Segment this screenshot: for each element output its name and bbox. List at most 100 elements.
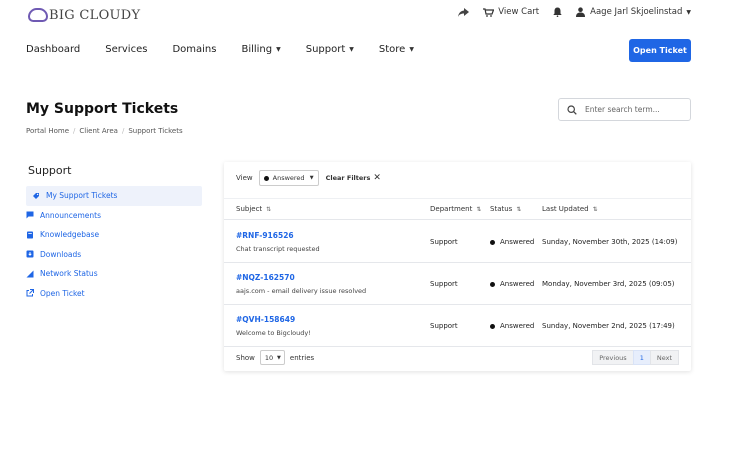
clear-filters-button[interactable]: Clear Filters ✕	[326, 173, 381, 183]
column-subject-label: Subject	[236, 205, 263, 213]
status-dot-icon	[490, 323, 495, 329]
ticket-last-updated: Sunday, November 2nd, 2025 (17:49)	[542, 322, 675, 330]
external-link-icon	[26, 289, 34, 297]
search-input[interactable]: Enter search term...	[558, 98, 691, 121]
ticket-department: Support	[430, 238, 458, 246]
column-status[interactable]: Status ⇅	[490, 205, 521, 213]
tickets-card: View Answered ▼ Clear Filters ✕ Subject ⇅…	[224, 162, 691, 371]
nav-support[interactable]: Support ▼	[306, 44, 354, 55]
status-filter-value: Answered	[272, 174, 305, 182]
nav-domains-label: Domains	[172, 44, 217, 55]
entries-per-page-value: 10	[264, 353, 274, 362]
breadcrumb: Portal Home / Client Area / Support Tick…	[26, 127, 183, 135]
sidebar-item-open-ticket[interactable]: Open Ticket	[26, 284, 202, 304]
open-ticket-button[interactable]: Open Ticket	[629, 39, 691, 62]
bell-icon	[553, 7, 562, 17]
main-nav: Dashboard Services Domains Billing ▼ Supp…	[26, 44, 439, 55]
cart-icon	[483, 7, 495, 17]
chevron-down-icon: ▼	[277, 354, 281, 361]
nav-services[interactable]: Services	[105, 44, 147, 55]
nav-billing[interactable]: Billing ▼	[241, 44, 280, 55]
breadcrumb-portal-home[interactable]: Portal Home	[26, 127, 69, 135]
download-icon	[26, 250, 34, 258]
view-cart-label: View Cart	[498, 7, 540, 17]
ticket-status: Answered	[490, 280, 534, 288]
status-dot-icon	[490, 239, 495, 245]
share-button[interactable]	[458, 7, 470, 17]
user-icon	[576, 7, 586, 17]
chevron-down-icon: ▼	[409, 46, 414, 53]
ticket-status-label: Answered	[500, 280, 535, 288]
nav-dashboard[interactable]: Dashboard	[26, 44, 80, 55]
sidebar-item-downloads[interactable]: Downloads	[26, 245, 202, 265]
status-filter-select[interactable]: Answered ▼	[258, 170, 319, 186]
sort-icon: ⇅	[266, 205, 272, 213]
chevron-down-icon: ▼	[276, 46, 281, 53]
sidebar-item-network-status[interactable]: Network Status	[26, 264, 202, 284]
view-cart-link[interactable]: View Cart	[483, 7, 539, 17]
entries-label: entries	[289, 353, 315, 362]
search-placeholder: Enter search term...	[585, 105, 660, 114]
column-last-updated[interactable]: Last Updated ⇅	[542, 205, 598, 213]
column-department-label: Department	[430, 205, 473, 213]
nav-store[interactable]: Store ▼	[379, 44, 414, 55]
table-row[interactable]: #QVH-158649 Welcome to Bigcloudy! Suppor…	[224, 305, 691, 347]
column-subject[interactable]: Subject ⇅	[236, 205, 271, 213]
chevron-down-icon: ▼	[686, 8, 691, 16]
ticket-subject: Welcome to Bigcloudy!	[236, 329, 311, 337]
user-name: Aage Jarl Skjoelinstad	[590, 7, 683, 17]
ticket-status-label: Answered	[500, 238, 535, 246]
search-icon	[567, 104, 577, 115]
breadcrumb-client-area[interactable]: Client Area	[79, 127, 118, 135]
ticket-department: Support	[430, 322, 458, 330]
nav-billing-label: Billing	[241, 44, 273, 55]
ticket-status: Answered	[490, 238, 534, 246]
entries-per-page-select[interactable]: 10 ▼	[259, 350, 285, 365]
ticket-id-link[interactable]: #RNF-916526	[236, 231, 320, 240]
nav-domains[interactable]: Domains	[172, 44, 216, 55]
sidebar-item-announcements[interactable]: Announcements	[26, 206, 202, 226]
sidebar-title: Support	[28, 164, 72, 177]
nav-support-label: Support	[305, 44, 346, 55]
user-menu[interactable]: Aage Jarl Skjoelinstad ▼	[576, 7, 691, 17]
pagination-previous-button[interactable]: Previous	[592, 350, 634, 365]
sidebar-item-label: My Support Tickets	[46, 191, 118, 201]
notifications-button[interactable]	[553, 7, 562, 17]
pagination-next-button[interactable]: Next	[649, 350, 679, 365]
column-last-updated-label: Last Updated	[542, 205, 589, 213]
chat-icon	[26, 211, 34, 219]
top-header: BIG CLOUDY View Cart Aage Jarl Skjoelins…	[0, 0, 753, 71]
sort-icon: ⇅	[592, 205, 598, 213]
sidebar-item-my-support-tickets[interactable]: My Support Tickets	[26, 186, 202, 206]
filter-row: View Answered ▼ Clear Filters ✕	[236, 170, 381, 186]
ticket-id-link[interactable]: #NQZ-162570	[236, 273, 366, 282]
ticket-subject: aajs.com - email delivery issue resolved	[236, 287, 367, 295]
chevron-down-icon: ▼	[309, 175, 314, 181]
breadcrumb-separator: /	[73, 127, 76, 135]
ticket-id-link[interactable]: #QVH-158649	[236, 315, 311, 324]
breadcrumb-separator: /	[121, 127, 125, 135]
ticket-status-label: Answered	[500, 322, 535, 330]
ticket-icon	[32, 192, 40, 200]
brand-logo[interactable]: BIG CLOUDY	[28, 6, 140, 24]
book-icon	[26, 231, 34, 239]
sidebar-item-label: Announcements	[40, 210, 101, 220]
ticket-last-updated: Sunday, November 30th, 2025 (14:09)	[542, 238, 678, 246]
sidebar: My Support Tickets Announcements Knowled…	[26, 186, 202, 303]
ticket-status: Answered	[490, 322, 534, 330]
sidebar-item-label: Knowledgebase	[40, 230, 100, 240]
chevron-down-icon: ▼	[349, 46, 354, 53]
signal-icon	[26, 270, 34, 278]
sidebar-item-label: Open Ticket	[40, 288, 85, 298]
page-title: My Support Tickets	[26, 101, 179, 117]
column-status-label: Status	[490, 205, 513, 213]
sidebar-item-label: Network Status	[40, 269, 98, 279]
pagination-page-button[interactable]: 1	[632, 350, 651, 365]
brand-name: BIG CLOUDY	[49, 7, 141, 23]
cloud-logo-icon	[28, 8, 48, 22]
column-department[interactable]: Department ⇅	[430, 205, 481, 213]
share-icon	[458, 7, 470, 17]
table-row[interactable]: #RNF-916526 Chat transcript requested Su…	[224, 221, 691, 263]
table-row[interactable]: #NQZ-162570 aajs.com - email delivery is…	[224, 263, 691, 305]
sidebar-item-knowledgebase[interactable]: Knowledgebase	[26, 225, 202, 245]
